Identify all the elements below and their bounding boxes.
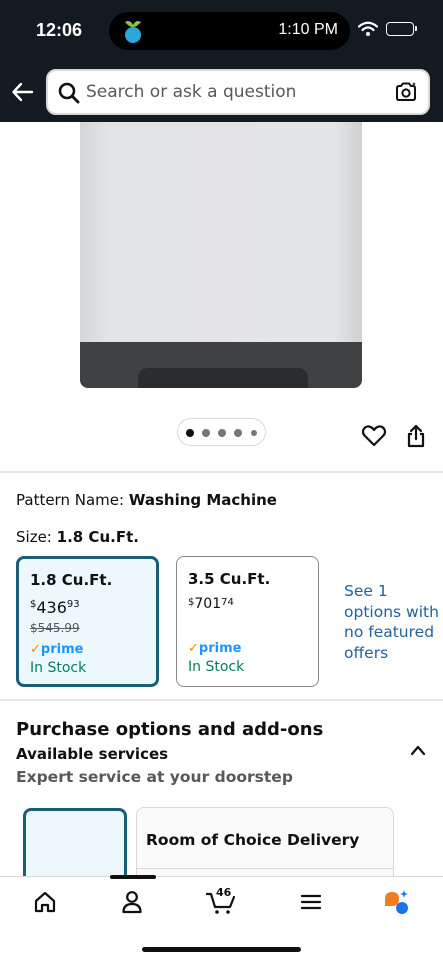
stock-status: In Stock [30,660,87,676]
prime-check-icon: ✓ [30,642,41,657]
rufus-assistant-icon[interactable] [383,889,409,915]
menu-icon[interactable] [298,889,324,915]
island-time: 1:10 PM [278,21,338,38]
prime-label: prime [40,642,84,657]
size-option-title: 1.8 Cu.Ft. [30,571,113,589]
bottom-navigation: 46 [0,875,443,960]
expert-service-subtitle: Expert service at your doorstep [16,768,293,786]
carousel-dot[interactable] [218,429,226,437]
prime-badge: ✓prime [188,641,241,656]
app-logo-icon [125,21,141,43]
size-option-card[interactable]: 3.5 Cu.Ft. $70174 ✓prime In Stock [176,556,319,687]
stock-status: In Stock [188,659,245,675]
prime-label: prime [198,641,242,656]
chevron-up-icon[interactable] [408,742,428,758]
price-fraction: 93 [66,599,80,610]
service-option-card[interactable]: Room of Choice Delivery [136,807,394,887]
search-icon [58,82,80,104]
price-currency: $ [30,599,37,610]
available-services-label: Available services [16,745,169,763]
size-label: Size: [16,528,52,546]
back-arrow-icon[interactable] [10,79,36,105]
price-currency: $ [188,597,195,608]
wifi-icon [358,21,378,36]
camera-lens-icon[interactable] [394,80,418,104]
section-divider [0,471,443,473]
home-icon[interactable] [32,889,58,915]
pattern-value: Washing Machine [128,491,277,509]
search-header [0,64,443,122]
service-card-title: Room of Choice Delivery [146,831,360,849]
search-input[interactable] [86,71,386,113]
carousel-dot[interactable] [251,430,257,436]
size-row: Size: 1.8 Cu.Ft. [16,528,139,546]
see-more-options-link[interactable]: See 1 options with no featured offers [344,581,440,663]
pattern-label: Pattern Name: [16,491,125,509]
service-card-divider [137,868,393,869]
prime-badge: ✓prime [30,642,83,657]
price-fraction: 74 [221,597,234,608]
product-image[interactable] [80,122,362,388]
account-icon[interactable] [119,889,145,915]
carousel-dot-active[interactable] [186,429,194,437]
prime-check-icon: ✓ [188,641,199,656]
washer-base-notch [138,368,308,388]
list-price: $545.99 [30,621,80,635]
status-time: 12:06 [36,20,83,40]
size-option-title: 3.5 Cu.Ft. [188,570,271,588]
home-indicator [142,947,301,952]
section-divider [0,699,443,701]
heart-icon[interactable] [361,424,387,448]
carousel-dot[interactable] [202,429,210,437]
purchase-options-title: Purchase options and add-ons [16,719,324,740]
size-option-price: $70174 [188,596,234,612]
pattern-name-row: Pattern Name: Washing Machine [16,491,277,509]
battery-icon [386,22,417,36]
washer-body [80,122,362,342]
dynamic-island: 1:10 PM [109,12,350,50]
cart-count-badge: 46 [216,886,232,899]
share-icon[interactable] [404,423,428,449]
search-box[interactable] [46,69,430,115]
price-whole: 701 [194,596,222,612]
size-option-price: $43693 [30,598,80,617]
status-bar: 12:06 1:10 PM [0,0,443,64]
active-tab-indicator [110,875,156,879]
size-option-card-selected[interactable]: 1.8 Cu.Ft. $43693 $545.99 ✓prime In Stoc… [16,556,159,687]
size-value: 1.8 Cu.Ft. [56,528,139,546]
image-carousel-dots[interactable] [177,418,266,446]
washer-base [80,342,362,388]
carousel-dot[interactable] [234,429,242,437]
price-whole: 436 [36,598,67,617]
